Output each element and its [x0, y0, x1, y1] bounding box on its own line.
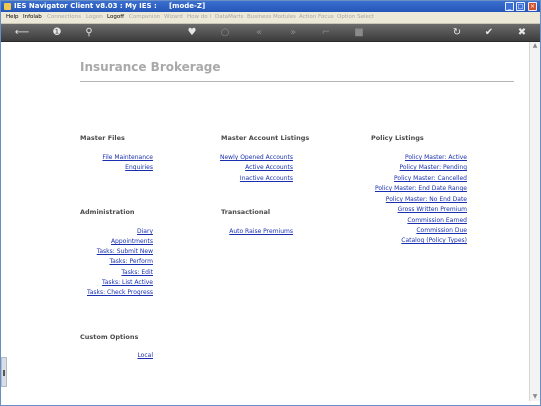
link-auto-raise-premiums[interactable]: Auto Raise Premiums: [229, 228, 293, 235]
heart-icon[interactable]: ♥: [186, 27, 198, 39]
menu-help[interactable]: Help: [6, 14, 19, 20]
policy-listings-heading: Policy Listings: [371, 134, 424, 142]
link-catalog-policy-types[interactable]: Catalog (Policy Types): [401, 237, 467, 244]
link-enquiries[interactable]: Enquiries: [125, 164, 153, 171]
close-window-button[interactable]: ×: [528, 2, 537, 11]
menu-datamarts[interactable]: DataMarts: [215, 14, 244, 20]
link-diary[interactable]: Diary: [137, 228, 153, 235]
menu-action-focus[interactable]: Action Focus: [299, 14, 334, 20]
refresh-icon[interactable]: ↻: [451, 27, 463, 39]
menu-business-modules[interactable]: Business Modules: [247, 14, 296, 20]
link-tasks-check-progress[interactable]: Tasks: Check Progress: [87, 289, 153, 296]
menu-logon[interactable]: Logon: [86, 14, 103, 20]
link-appointments[interactable]: Appointments: [111, 238, 153, 245]
link-policy-master-end-date-range[interactable]: Policy Master: End Date Range: [375, 185, 467, 192]
title-bar: IES Navigator Client v8.03 : My IES : [m…: [1, 1, 540, 12]
side-tab-handle[interactable]: [1, 357, 7, 387]
link-policy-master-no-end-date[interactable]: Policy Master: No End Date: [386, 196, 467, 203]
link-policy-master-cancelled[interactable]: Policy Master: Cancelled: [394, 175, 467, 182]
master-account-listings-heading: Master Account Listings: [221, 134, 310, 142]
vertical-scrollbar[interactable]: ▲ ▼: [529, 42, 540, 401]
link-inactive-accounts[interactable]: Inactive Accounts: [240, 175, 293, 182]
master-files-heading: Master Files: [80, 134, 125, 142]
toolbar: ⟵ ❶ ⚲ ♥ ○ « » ⌐ ■ ↻ ✔ ✖: [1, 24, 540, 42]
link-tasks-list-active[interactable]: Tasks: List Active: [102, 279, 153, 286]
scroll-down-icon[interactable]: ▼: [531, 393, 539, 401]
stop-icon[interactable]: ■: [353, 27, 365, 39]
link-file-maintenance[interactable]: File Maintenance: [102, 154, 153, 161]
menu-bar: Help Infolab Connections Logon Logoff Co…: [1, 12, 540, 24]
handle-grip-icon: [3, 370, 5, 376]
close-icon[interactable]: ✖: [516, 27, 528, 39]
link-gross-written-premium[interactable]: Gross Written Premium: [398, 206, 467, 213]
link-tasks-perform[interactable]: Tasks: Perform: [109, 258, 153, 265]
window-title: IES Navigator Client v8.03 : My IES : [m…: [14, 2, 206, 10]
menu-option-select[interactable]: Option Select: [337, 14, 374, 20]
link-local[interactable]: Local: [137, 352, 153, 359]
link-active-accounts[interactable]: Active Accounts: [245, 164, 293, 171]
circle-icon[interactable]: ○: [219, 27, 231, 39]
search-icon[interactable]: ⚲: [83, 27, 95, 39]
link-tasks-submit-new[interactable]: Tasks: Submit New: [97, 248, 153, 255]
link-newly-opened-accounts[interactable]: Newly Opened Accounts: [220, 154, 293, 161]
menu-logoff[interactable]: Logoff: [107, 14, 124, 20]
bracket-icon[interactable]: ⌐: [320, 27, 332, 39]
maximize-button[interactable]: □: [516, 2, 525, 11]
link-commission-earned[interactable]: Commission Earned: [407, 217, 467, 224]
menu-wizard[interactable]: Wizard: [164, 14, 183, 20]
title-divider: [80, 81, 514, 82]
menu-connections[interactable]: Connections: [47, 14, 81, 20]
double-right-icon[interactable]: »: [287, 27, 299, 39]
info-icon[interactable]: ❶: [51, 27, 63, 39]
check-icon[interactable]: ✔: [483, 27, 495, 39]
app-window: IES Navigator Client v8.03 : My IES : [m…: [0, 0, 541, 406]
link-policy-master-pending[interactable]: Policy Master: Pending: [400, 164, 467, 171]
administration-heading: Administration: [80, 208, 135, 216]
page-title: Insurance Brokerage: [80, 60, 221, 74]
minimize-button[interactable]: _: [505, 2, 514, 11]
app-icon: [4, 3, 11, 10]
link-commission-due[interactable]: Commission Due: [416, 227, 467, 234]
menu-infolab[interactable]: Infolab: [23, 14, 42, 20]
menu-how-do-i[interactable]: How do I: [187, 14, 211, 20]
custom-options-heading: Custom Options: [80, 333, 139, 341]
link-tasks-edit[interactable]: Tasks: Edit: [121, 269, 153, 276]
menu-companion[interactable]: Companion: [129, 14, 160, 20]
back-arrow-icon[interactable]: ⟵: [11, 27, 33, 39]
scroll-up-icon[interactable]: ▲: [531, 42, 539, 50]
double-left-icon[interactable]: «: [253, 27, 265, 39]
link-policy-master-active[interactable]: Policy Master: Active: [405, 154, 467, 161]
transactional-heading: Transactional: [221, 208, 271, 216]
